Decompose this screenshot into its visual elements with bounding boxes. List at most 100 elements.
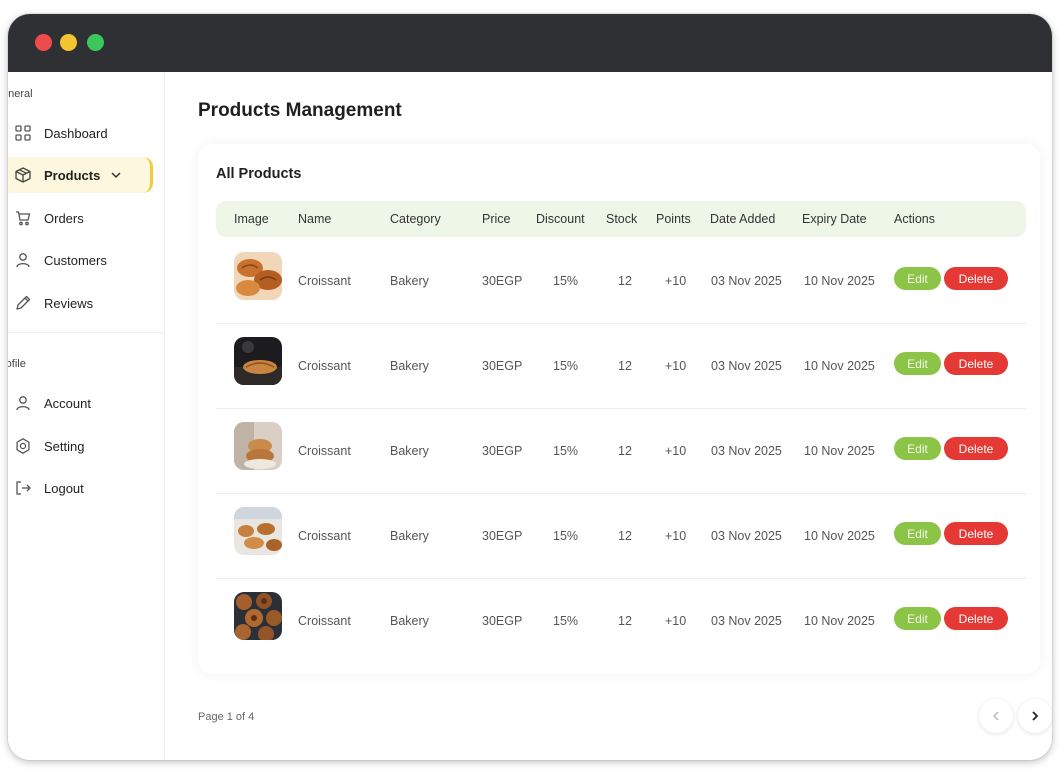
cell-date-added: 03 Nov 2025 [711,359,782,373]
cell-points: +10 [665,614,687,628]
cell-price: 30EGP [482,274,523,288]
card-title: All Products [216,166,302,182]
column-header-date-added: Date Added [710,212,776,226]
sidebar-item-label: Account [44,395,91,411]
cell-discount: 15% [553,444,579,458]
sidebar: eneral Dashboard Products Orders [8,72,165,760]
cell-category: Bakery [390,444,429,458]
cell-name: Croissant [298,529,351,543]
delete-button[interactable]: Delete [944,607,1008,630]
column-header-price: Price [482,212,511,226]
sidebar-item-logout[interactable]: Logout [8,470,153,506]
cell-name: Croissant [298,274,351,288]
column-header-discount: Discount [536,212,585,226]
edit-button[interactable]: Edit [894,437,941,460]
next-page-button[interactable] [1018,699,1052,733]
main-content: Products Management All Products Image N… [166,72,1052,760]
cell-price: 30EGP [482,359,523,373]
table-header: Image Name Category Price Discount Stock… [216,201,1026,237]
sidebar-item-label: Products [44,167,101,183]
cell-expiry-date: 10 Nov 2025 [804,614,875,628]
sidebar-item-products[interactable]: Products [8,157,153,193]
products-card: All Products Image Name Category Price D… [198,144,1040,674]
cell-expiry-date: 10 Nov 2025 [804,529,875,543]
app-window: eneral Dashboard Products Orders [8,14,1052,760]
cell-expiry-date: 10 Nov 2025 [804,359,875,373]
delete-button[interactable]: Delete [944,522,1008,545]
column-header-points: Points [656,212,691,226]
sidebar-item-label: Logout [44,480,84,496]
box-icon [14,166,32,184]
chevron-left-icon [990,710,1002,722]
cell-stock: 12 [618,359,632,373]
cell-price: 30EGP [482,529,523,543]
cell-expiry-date: 10 Nov 2025 [804,274,875,288]
delete-button[interactable]: Delete [944,352,1008,375]
sidebar-item-label: Dashboard [44,125,108,141]
cell-points: +10 [665,529,687,543]
delete-button[interactable]: Delete [944,267,1008,290]
sidebar-item-label: Reviews [44,295,94,311]
product-image [234,507,282,555]
cell-price: 30EGP [482,614,523,628]
product-image [234,337,282,385]
sidebar-item-account[interactable]: Account [8,385,153,421]
delete-button[interactable]: Delete [944,437,1008,460]
cell-points: +10 [665,274,687,288]
edit-button[interactable]: Edit [894,607,941,630]
sidebar-item-dashboard[interactable]: Dashboard [8,115,153,151]
product-image [234,252,282,300]
cell-points: +10 [665,444,687,458]
pagination-text: Page 1 of 4 [198,711,255,723]
cell-category: Bakery [390,274,429,288]
user-icon [14,394,32,412]
cell-points: +10 [665,359,687,373]
column-header-category: Category [390,212,441,226]
cell-date-added: 03 Nov 2025 [711,529,782,543]
maximize-window-button[interactable] [87,34,104,51]
cell-stock: 12 [618,444,632,458]
dashboard-icon [14,124,32,142]
user-icon [14,251,32,269]
close-window-button[interactable] [35,34,52,51]
section-label-general: eneral [8,88,33,100]
table-row: Croissant Bakery 30EGP 15% 12 +10 03 Nov… [216,409,1026,494]
table-row: Croissant Bakery 30EGP 15% 12 +10 03 Nov… [216,324,1026,409]
edit-button[interactable]: Edit [894,352,941,375]
cell-date-added: 03 Nov 2025 [711,274,782,288]
column-header-name: Name [298,212,332,226]
product-image [234,422,282,470]
cell-name: Croissant [298,614,351,628]
cell-expiry-date: 10 Nov 2025 [804,444,875,458]
cell-category: Bakery [390,359,429,373]
previous-page-button[interactable] [979,699,1013,733]
section-label-profile: rofile [8,358,26,370]
sidebar-item-customers[interactable]: Customers [8,242,153,278]
cart-icon [14,209,32,227]
cell-stock: 12 [618,529,632,543]
cell-discount: 15% [553,529,579,543]
column-header-image: Image [234,212,269,226]
sidebar-item-orders[interactable]: Orders [8,200,153,236]
gear-icon [14,437,32,455]
cell-discount: 15% [553,274,579,288]
table-row: Croissant Bakery 30EGP 15% 12 +10 03 Nov… [216,239,1026,324]
cell-category: Bakery [390,529,429,543]
sidebar-item-label: Orders [44,210,84,226]
cell-date-added: 03 Nov 2025 [711,444,782,458]
sidebar-item-reviews[interactable]: Reviews [8,285,153,321]
cell-name: Croissant [298,359,351,373]
minimize-window-button[interactable] [60,34,77,51]
chevron-down-icon[interactable] [110,169,122,181]
sidebar-item-setting[interactable]: Setting [8,428,153,464]
edit-button[interactable]: Edit [894,267,941,290]
cell-discount: 15% [553,614,579,628]
column-header-expiry-date: Expiry Date [802,212,867,226]
edit-button[interactable]: Edit [894,522,941,545]
logout-icon [14,479,32,497]
product-image [234,592,282,640]
cell-price: 30EGP [482,444,523,458]
sidebar-divider [8,332,165,333]
chevron-right-icon [1029,710,1041,722]
cell-date-added: 03 Nov 2025 [711,614,782,628]
